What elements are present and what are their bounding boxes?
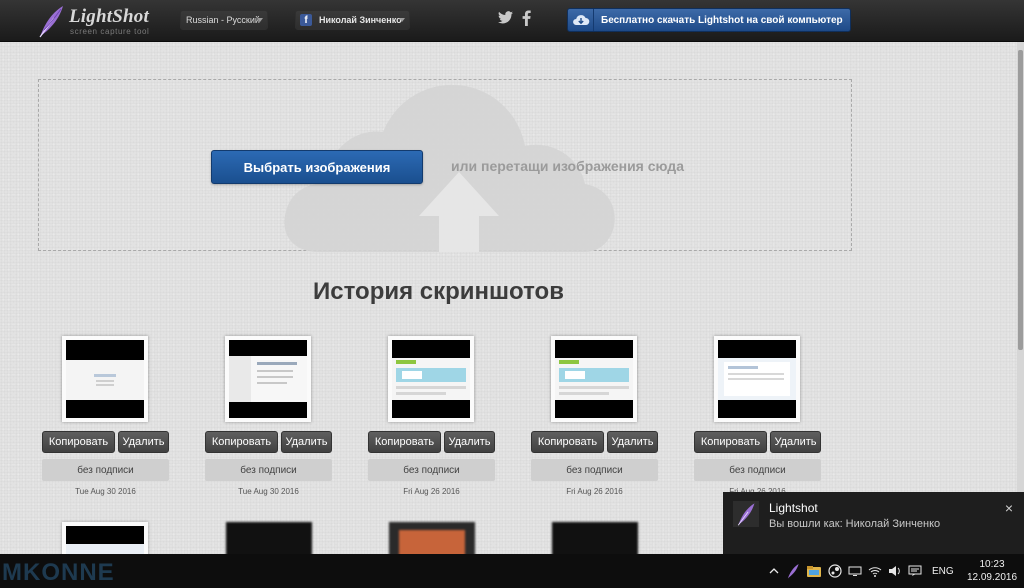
thumbnail-preview-icon <box>555 358 633 400</box>
thumbnail-image <box>392 340 470 418</box>
thumbnail-image <box>229 340 307 418</box>
screenshot-thumbnail[interactable] <box>714 336 800 422</box>
notification-toast[interactable]: Lightshot Вы вошли как: Николай Зинченко… <box>723 492 1024 554</box>
language-label: Russian - Русский <box>186 15 260 25</box>
thumbnail-image <box>66 340 144 418</box>
toast-title: Lightshot <box>769 501 818 515</box>
volume-icon[interactable] <box>888 565 902 577</box>
page-scrollbar[interactable] <box>1017 42 1024 554</box>
clock[interactable]: 10:23 12.09.2016 <box>964 558 1020 584</box>
screenshot-thumbnail[interactable] <box>225 336 311 422</box>
windows-taskbar: MKONNE ENG 10:23 12.09.2016 <box>0 554 1024 588</box>
upload-dropzone[interactable]: Выбрать изображения или перетащи изображ… <box>38 79 852 252</box>
copy-button[interactable]: Копировать <box>694 431 767 453</box>
wifi-icon[interactable] <box>868 565 882 577</box>
delete-button[interactable]: Удалить <box>281 431 332 453</box>
screenshot-date: Fri Aug 26 2016 <box>403 487 460 496</box>
chevron-up-icon[interactable] <box>768 565 780 577</box>
screenshot-thumbnail[interactable] <box>551 336 637 422</box>
thumbnail-preview-icon <box>392 358 470 400</box>
screenshot-thumbnail[interactable] <box>388 336 474 422</box>
select-images-button[interactable]: Выбрать изображения <box>211 150 423 184</box>
history-title: История скриншотов <box>313 278 564 305</box>
language-select[interactable]: Russian - Русский <box>180 10 268 30</box>
lightshot-logo[interactable]: LightShot screen capture tool <box>36 4 156 38</box>
download-app-label: Бесплатно скачать Lightshot на свой комп… <box>601 14 843 26</box>
network-icon[interactable] <box>848 565 862 577</box>
delete-button[interactable]: Удалить <box>444 431 495 453</box>
folder-icon[interactable] <box>806 565 822 578</box>
facebook-icon[interactable] <box>522 10 531 26</box>
close-icon[interactable]: × <box>1002 501 1016 515</box>
screenshot-date: Fri Aug 26 2016 <box>566 487 623 496</box>
user-menu[interactable]: f Николай Зинченко <box>295 10 410 30</box>
facebook-badge-icon: f <box>300 14 312 26</box>
chevron-down-icon <box>399 18 405 22</box>
thumbnail-preview-icon <box>718 358 796 400</box>
logo-name: LightShot <box>69 6 149 27</box>
caption-field[interactable]: без подписи <box>531 459 658 481</box>
thumbnail-image <box>718 340 796 418</box>
chevron-down-icon <box>257 18 263 22</box>
download-cloud-icon <box>568 9 594 31</box>
user-name: Николай Зинченко <box>319 15 402 25</box>
delete-button[interactable]: Удалить <box>770 431 821 453</box>
steam-icon[interactable] <box>828 564 842 578</box>
caption-field[interactable]: без подписи <box>42 459 169 481</box>
top-bar: LightShot screen capture tool Russian - … <box>0 0 1024 42</box>
delete-button[interactable]: Удалить <box>118 431 169 453</box>
copy-button[interactable]: Копировать <box>42 431 115 453</box>
caption-field[interactable]: без подписи <box>694 459 821 481</box>
screenshot-date: Tue Aug 30 2016 <box>75 487 136 496</box>
clock-time: 10:23 <box>979 559 1005 570</box>
watermark-text: MKONNE <box>2 559 115 586</box>
caption-field[interactable]: без подписи <box>205 459 332 481</box>
copy-button[interactable]: Копировать <box>205 431 278 453</box>
screenshot-thumbnail[interactable] <box>62 336 148 422</box>
input-language[interactable]: ENG <box>932 566 954 577</box>
screenshot-date: Tue Aug 30 2016 <box>238 487 299 496</box>
action-center-icon[interactable] <box>908 565 922 577</box>
lightshot-feather-icon <box>733 501 759 527</box>
download-app-button[interactable]: Бесплатно скачать Lightshot на свой комп… <box>567 8 851 32</box>
delete-button[interactable]: Удалить <box>607 431 658 453</box>
thumbnail-preview-icon <box>229 356 307 402</box>
system-tray <box>768 563 928 579</box>
drop-hint-text: или перетащи изображения сюда <box>451 158 684 174</box>
feather-icon <box>39 6 63 38</box>
clock-date: 12.09.2016 <box>966 572 1018 583</box>
logo-tagline: screen capture tool <box>70 27 150 36</box>
caption-field[interactable]: без подписи <box>368 459 495 481</box>
thumbnail-image <box>555 340 633 418</box>
copy-button[interactable]: Копировать <box>531 431 604 453</box>
copy-button[interactable]: Копировать <box>368 431 441 453</box>
toast-message: Вы вошли как: Николай Зинченко <box>769 518 941 530</box>
lightshot-tray-icon[interactable] <box>786 563 800 579</box>
twitter-icon[interactable] <box>498 11 513 24</box>
thumbnail-preview-icon <box>66 360 144 400</box>
scrollbar-thumb[interactable] <box>1018 50 1023 350</box>
